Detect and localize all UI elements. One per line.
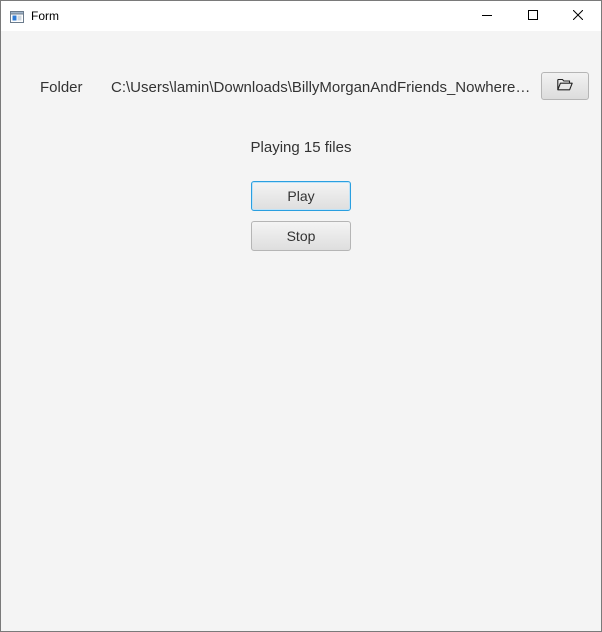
browse-folder-button[interactable]: [541, 72, 589, 100]
close-icon: [572, 7, 584, 25]
folder-path-text: C:\Users\lamin\Downloads\BillyMorganAndF…: [111, 79, 531, 96]
minimize-icon: [482, 7, 492, 25]
status-text: Playing 15 files: [250, 139, 352, 156]
app-window: Form Folder C:\Users\lamin\Downloads\Bil…: [0, 0, 602, 632]
window-title: Form: [31, 9, 59, 23]
play-button[interactable]: Play: [251, 181, 351, 211]
maximize-button[interactable]: [510, 1, 556, 31]
maximize-icon: [528, 7, 538, 25]
title-bar[interactable]: Form: [1, 1, 601, 31]
app-window-icon: [10, 10, 24, 23]
folder-open-icon: [557, 78, 573, 94]
folder-label: Folder: [40, 79, 83, 96]
stop-button[interactable]: Stop: [251, 221, 351, 251]
form-content: Folder C:\Users\lamin\Downloads\BillyMor…: [1, 31, 601, 631]
minimize-button[interactable]: [464, 1, 510, 31]
close-button[interactable]: [555, 1, 601, 31]
